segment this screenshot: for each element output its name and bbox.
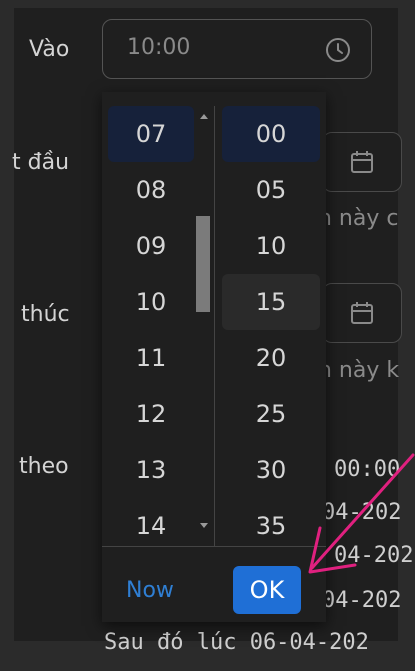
minute-option[interactable]: 20	[222, 330, 320, 386]
start-date-field[interactable]	[322, 132, 402, 192]
minute-option[interactable]: 00	[222, 106, 320, 162]
hour-option[interactable]: 14	[108, 498, 194, 546]
vao-label: Vào	[29, 37, 70, 62]
now-link[interactable]: Now	[126, 578, 174, 603]
schedule-date-2: 04-202	[334, 543, 414, 568]
time-input[interactable]: 10:00	[102, 19, 372, 79]
minute-option[interactable]: 15	[222, 274, 320, 330]
schedule-summary: Sau đó lúc 06-04-202	[104, 630, 369, 655]
time-picker-dropdown: 07 08 09 10 11 12 13 14 00 05 10 15 20 2…	[102, 92, 326, 622]
footer-divider	[102, 546, 326, 547]
hour-option[interactable]: 07	[108, 106, 194, 162]
calendar-icon[interactable]	[349, 149, 375, 175]
schedule-date-1: 04-202	[322, 500, 402, 525]
minute-option[interactable]: 10	[222, 218, 320, 274]
hour-option[interactable]: 11	[108, 330, 194, 386]
column-divider	[214, 106, 215, 546]
hour-option[interactable]: 08	[108, 162, 194, 218]
end-date-field[interactable]	[322, 283, 402, 343]
minute-option[interactable]: 30	[222, 442, 320, 498]
hour-column[interactable]: 07 08 09 10 11 12 13 14	[108, 106, 194, 546]
minute-option[interactable]: 05	[222, 162, 320, 218]
start-date-label: t đầu	[12, 150, 70, 175]
clock-icon[interactable]	[325, 37, 351, 63]
end-date-hint: n này k	[318, 358, 400, 383]
schedule-date-3: 04-202	[322, 588, 402, 613]
chevron-down-icon[interactable]	[200, 523, 208, 528]
hour-option[interactable]: 09	[108, 218, 194, 274]
theo-label: theo	[19, 454, 69, 479]
hour-scrollbar-thumb[interactable]	[196, 216, 210, 312]
start-date-hint: n này c	[318, 206, 399, 231]
hour-option[interactable]: 10	[108, 274, 194, 330]
time-input-value: 10:00	[127, 35, 191, 60]
minute-option[interactable]: 35	[222, 498, 320, 546]
minute-column[interactable]: 00 05 10 15 20 25 30 35	[222, 106, 320, 546]
end-date-label: thúc	[21, 302, 70, 327]
chevron-up-icon[interactable]	[200, 114, 208, 119]
schedule-time: 00:00	[334, 457, 401, 482]
hour-option[interactable]: 13	[108, 442, 194, 498]
hour-option[interactable]: 12	[108, 386, 194, 442]
calendar-icon[interactable]	[349, 300, 375, 326]
minute-option[interactable]: 25	[222, 386, 320, 442]
ok-button[interactable]: OK	[233, 566, 301, 614]
